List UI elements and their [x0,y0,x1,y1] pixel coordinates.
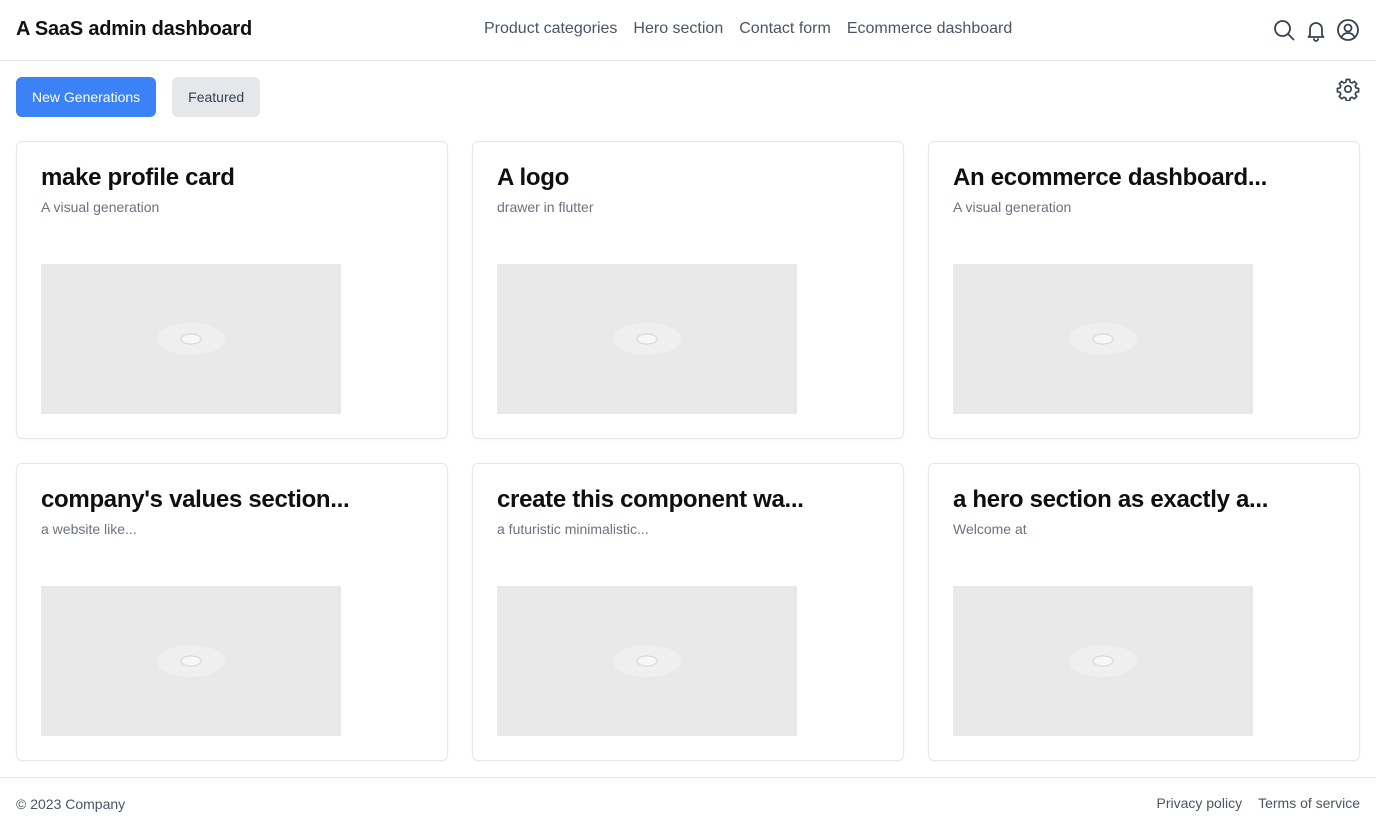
search-icon[interactable] [1272,18,1296,42]
generation-card[interactable]: a hero section as exactly a... Welcome a… [928,463,1360,761]
card-subtitle: drawer in flutter [497,199,594,215]
card-thumbnail [497,264,797,414]
copyright-text: © 2023 Company [16,796,126,812]
footer-links: Privacy policy Terms of service [1156,795,1360,811]
card-title: create this component wa... [497,486,804,513]
image-placeholder-icon [613,645,681,677]
card-subtitle: a futuristic minimalistic... [497,521,649,537]
image-placeholder-icon [157,645,225,677]
app-title: A SaaS admin dashboard [16,18,253,40]
image-placeholder-icon [157,323,225,355]
generation-card[interactable]: An ecommerce dashboard... A visual gener… [928,141,1360,439]
new-generations-button[interactable]: New Generations [16,77,157,117]
toolbar: New Generations Featured [16,77,261,117]
card-title: make profile card [41,164,235,191]
card-subtitle: Welcome at [953,521,1027,537]
card-title: company's values section... [41,486,350,513]
image-placeholder-icon [613,323,681,355]
generation-card[interactable]: create this component wa... a futuristic… [472,463,904,761]
generation-card[interactable]: company's values section... a website li… [16,463,448,761]
gear-icon[interactable] [1336,77,1360,102]
generation-card[interactable]: A logo drawer in flutter [472,141,904,439]
bell-icon[interactable] [1304,18,1328,42]
user-circle-icon[interactable] [1336,18,1360,42]
header-actions [1272,18,1360,42]
privacy-policy-link[interactable]: Privacy policy [1156,795,1242,811]
nav-link-contact-form[interactable]: Contact form [739,20,831,38]
card-thumbnail [41,586,341,736]
card-thumbnail [41,264,341,414]
image-placeholder-icon [1069,323,1137,355]
card-subtitle: A visual generation [953,199,1072,215]
main-nav: Product categories Hero section Contact … [484,20,1012,38]
terms-of-service-link[interactable]: Terms of service [1258,795,1360,811]
card-title: a hero section as exactly a... [953,486,1269,513]
nav-link-ecommerce-dashboard[interactable]: Ecommerce dashboard [847,20,1012,38]
card-subtitle: A visual generation [41,199,160,215]
image-placeholder-icon [1069,645,1137,677]
card-subtitle: a website like... [41,521,137,537]
card-thumbnail [953,586,1253,736]
featured-button[interactable]: Featured [172,77,261,117]
top-navbar: A SaaS admin dashboard Product categorie… [0,0,1376,61]
nav-link-product-categories[interactable]: Product categories [484,20,617,38]
card-thumbnail [497,586,797,736]
card-title: An ecommerce dashboard... [953,164,1267,191]
footer: © 2023 Company Privacy policy Terms of s… [0,777,1376,830]
generation-card[interactable]: make profile card A visual generation [16,141,448,439]
nav-link-hero-section[interactable]: Hero section [633,20,723,38]
generations-grid: make profile card A visual generation A … [16,141,1360,761]
card-thumbnail [953,264,1253,414]
card-title: A logo [497,164,569,191]
